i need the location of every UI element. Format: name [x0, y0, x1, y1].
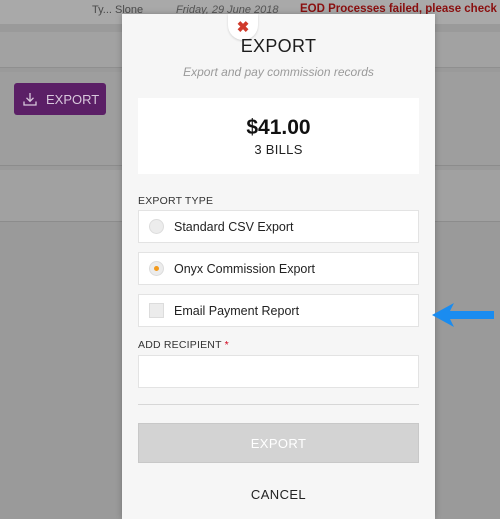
download-icon — [23, 93, 37, 106]
background-export-label: EXPORT — [46, 91, 100, 107]
option-label: Standard CSV Export — [174, 219, 294, 234]
add-recipient-label: ADD RECIPIENT * — [138, 339, 229, 351]
option-onyx-commission[interactable]: Onyx Commission Export — [138, 252, 419, 285]
radio-onyx-commission[interactable] — [149, 261, 164, 276]
export-modal: ✖ EXPORT Export and pay commission recor… — [122, 14, 435, 519]
modal-title: EXPORT — [240, 36, 317, 56]
add-recipient-text: ADD RECIPIENT — [138, 339, 222, 351]
required-mark: * — [224, 339, 229, 351]
divider — [138, 404, 419, 405]
email-report-checkbox[interactable] — [149, 303, 164, 318]
option-label: Onyx Commission Export — [174, 261, 316, 276]
recipient-input[interactable] — [138, 355, 419, 388]
summary-card: $41.00 3 BILLS — [138, 98, 419, 174]
radio-standard-csv[interactable] — [149, 219, 164, 234]
arrow-left-icon — [432, 303, 494, 327]
export-button[interactable]: EXPORT — [138, 423, 419, 463]
export-type-label: EXPORT TYPE — [138, 195, 214, 207]
cancel-button[interactable]: CANCEL — [138, 482, 419, 506]
total-amount: $41.00 — [246, 116, 311, 139]
background-export-button[interactable]: EXPORT — [14, 83, 106, 115]
option-label: Email Payment Report — [174, 303, 300, 318]
bill-count: 3 BILLS — [254, 142, 303, 157]
email-payment-report-option[interactable]: Email Payment Report — [138, 294, 419, 327]
modal-subtitle: Export and pay commission records — [183, 65, 374, 79]
option-standard-csv[interactable]: Standard CSV Export — [138, 210, 419, 243]
close-icon: ✖ — [236, 18, 250, 36]
